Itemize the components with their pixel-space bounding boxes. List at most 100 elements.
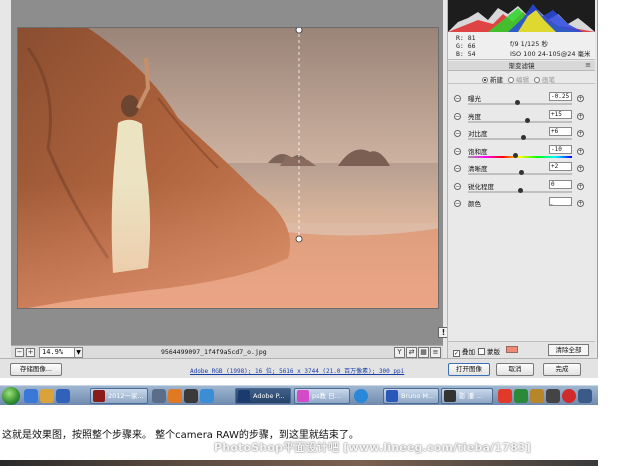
cancel-button[interactable]: 取消: [496, 363, 534, 376]
taskbar-item-label: Adobe P...: [253, 392, 285, 400]
slider-thumb[interactable]: [514, 100, 520, 105]
start-button-icon[interactable]: [2, 387, 20, 405]
mask-checkbox[interactable]: 蒙版: [478, 346, 500, 356]
mask-color-swatch[interactable]: [506, 346, 518, 353]
clear-all-button[interactable]: 清除全部: [548, 344, 589, 356]
slider-label: 亮度: [468, 112, 481, 121]
slider-value-field[interactable]: +6: [549, 127, 572, 136]
minus-icon[interactable]: −: [454, 165, 461, 172]
slider-value-field[interactable]: -10: [549, 144, 572, 154]
plus-icon[interactable]: +: [577, 130, 584, 137]
slider-row: − 亮度 +15 +: [448, 109, 595, 127]
slider-thumb[interactable]: [518, 187, 523, 193]
slider-track[interactable]: [468, 152, 572, 158]
slider-value-field[interactable]: 0: [549, 179, 572, 189]
histogram-graph: [448, 4, 595, 32]
slider-track[interactable]: [468, 170, 572, 175]
explorer-icon[interactable]: [152, 389, 166, 403]
taskbar-item-5[interactable]: 影 潘 ...: [441, 388, 493, 404]
plus-icon[interactable]: +: [577, 165, 584, 172]
pixel-readout: R: 81 G: 66 B: 54 f/9 1/125 秒 ISO 100 24…: [448, 32, 595, 60]
bridge-icon[interactable]: [530, 389, 544, 403]
slider-row: − 对比度 +6 +: [448, 127, 595, 144]
plus-icon[interactable]: +: [577, 147, 584, 155]
done-button[interactable]: 完成: [543, 363, 581, 376]
zoom-out-button[interactable]: −: [15, 348, 24, 357]
zoom-dropdown-icon[interactable]: ▼: [74, 347, 83, 358]
radio-icon: [534, 77, 540, 83]
player-icon[interactable]: [354, 389, 368, 403]
workflow-options-link[interactable]: Adobe RGB (1998); 16 位; 5616 x 3744 (21.…: [190, 366, 404, 375]
firefox-icon[interactable]: [168, 389, 182, 403]
preview-photo[interactable]: [17, 27, 439, 309]
panel-title: 渐变滤镜 ≡: [448, 61, 595, 71]
slider-label: 饱和度: [468, 147, 488, 156]
taskbar-item-photoshop[interactable]: Adobe P...: [235, 388, 291, 404]
tray-icon-3[interactable]: [546, 389, 560, 403]
plus-icon[interactable]: +: [577, 112, 584, 120]
plus-icon[interactable]: +: [577, 200, 584, 207]
zoom-bar: − + 14.9% ▼ 9564499097_1f4f9a5cd7_o.jpg …: [11, 345, 443, 358]
swap-settings-icon[interactable]: ▦: [418, 347, 429, 358]
canvas-area[interactable]: !: [11, 0, 449, 345]
slider-value-field[interactable]: -0.25: [549, 92, 572, 101]
taskbar-item-label: 2012一家...: [108, 392, 144, 400]
tray-icon-2[interactable]: [514, 389, 528, 403]
taskbar-item-label: Bruno M...: [401, 392, 435, 400]
taskbar-item-1[interactable]: 2012一家...: [90, 388, 148, 404]
browser-icon[interactable]: [24, 389, 38, 403]
watermark: PhotoShop平面设计吧 [www.lineeg.com/tieba/178…: [214, 441, 532, 454]
tray-icon-5[interactable]: [578, 389, 592, 403]
mode-new-radio[interactable]: 新建: [482, 74, 503, 84]
slider-thumb[interactable]: [525, 117, 531, 123]
compare-view-icon[interactable]: Y: [394, 347, 405, 358]
tray-icon-1[interactable]: [498, 389, 512, 403]
color-label: 颜色: [468, 200, 481, 208]
tray-icon-4[interactable]: [562, 389, 576, 403]
mode-brush-radio[interactable]: 画笔: [534, 74, 555, 84]
camera-raw-window: ! − + 14.9% ▼ 9564499097_1f4f9a5cd7_o.jp…: [0, 0, 598, 378]
minus-icon[interactable]: −: [454, 182, 461, 190]
radio-selected-icon: [482, 77, 488, 83]
panel-menu-icon[interactable]: ≡: [585, 61, 591, 69]
slider-thumb[interactable]: [521, 135, 527, 140]
minus-icon[interactable]: −: [454, 112, 461, 120]
slider-label: 曝光: [468, 95, 481, 103]
slider-value-field[interactable]: +2: [549, 162, 572, 171]
slider-row: − 锐化程度 0 +: [448, 179, 595, 197]
slider-track[interactable]: [468, 135, 572, 140]
minus-icon[interactable]: −: [454, 147, 461, 155]
qq-icon[interactable]: [200, 389, 214, 403]
color-swatch[interactable]: [549, 197, 572, 206]
overlay-label: 叠加: [462, 348, 475, 356]
mode-edit-label: 编辑: [516, 76, 529, 84]
minus-icon[interactable]: −: [454, 130, 461, 137]
before-after-icon[interactable]: ⇄: [406, 347, 417, 358]
zoom-level-field[interactable]: 14.9%: [39, 347, 75, 358]
next-image-strip: [0, 460, 598, 466]
media-icon[interactable]: [184, 389, 198, 403]
green-value: G: 66: [456, 42, 476, 50]
minus-icon[interactable]: −: [454, 95, 461, 102]
save-image-button[interactable]: 存储图像...: [10, 363, 62, 376]
taskbar-item-4[interactable]: Bruno M...: [383, 388, 439, 404]
taskbar-item-3[interactable]: ps教 日...: [294, 388, 350, 404]
slider-track[interactable]: [468, 187, 572, 193]
zoom-in-button[interactable]: +: [26, 348, 35, 357]
plus-icon[interactable]: +: [577, 95, 584, 102]
mask-label: 蒙版: [487, 348, 500, 356]
slider-thumb[interactable]: [512, 152, 518, 158]
slider-track[interactable]: [468, 117, 572, 123]
slider-row: − 曝光 -0.25 +: [448, 92, 595, 109]
open-image-button[interactable]: 打开图像: [448, 363, 490, 376]
overlay-checkbox[interactable]: ✓ 叠加: [453, 346, 475, 357]
slider-value-field[interactable]: +15: [549, 109, 572, 119]
minus-icon[interactable]: −: [454, 200, 461, 207]
view-options-icon[interactable]: ≡: [430, 347, 441, 358]
plus-icon[interactable]: +: [577, 182, 584, 190]
slider-thumb[interactable]: [519, 170, 525, 175]
app-icon[interactable]: [56, 389, 70, 403]
folder-icon[interactable]: [40, 389, 54, 403]
slider-track[interactable]: [468, 100, 572, 105]
mode-edit-radio[interactable]: 编辑: [508, 74, 529, 84]
